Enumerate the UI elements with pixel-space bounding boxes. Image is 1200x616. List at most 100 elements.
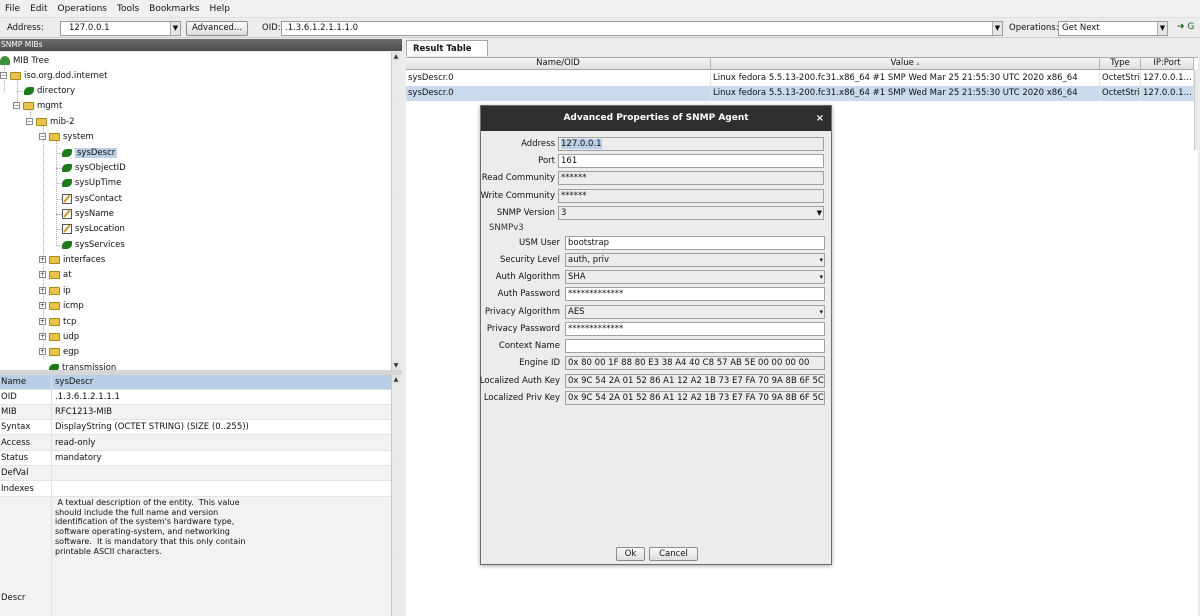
- tree-item-transmission[interactable]: transmission: [49, 360, 116, 370]
- go-button[interactable]: ➜ G: [1177, 22, 1194, 32]
- address-field[interactable]: 127.0.0.1: [558, 137, 824, 151]
- expand-icon[interactable]: +: [39, 348, 46, 355]
- tree-item-sysservices[interactable]: sysServices: [62, 237, 125, 252]
- operations-select[interactable]: Get Next ▼: [1058, 21, 1168, 36]
- tree-item-sysobjectid[interactable]: sysObjectID: [62, 160, 126, 175]
- tree-item-ip[interactable]: + ip: [39, 283, 71, 298]
- privacy-algorithm-select[interactable]: AES ▾: [565, 305, 825, 319]
- tree-item-sysuptime[interactable]: sysUpTime: [62, 175, 121, 190]
- advanced-button[interactable]: Advanced...: [186, 21, 248, 36]
- tree-item-syscontact[interactable]: sysContact: [62, 191, 122, 206]
- expand-icon[interactable]: +: [39, 318, 46, 325]
- localized-auth-key-field[interactable]: 0x 9C 54 2A 01 52 86 A1 12 A2 1B 73 E7 F…: [565, 374, 825, 388]
- chevron-down-icon[interactable]: ▼: [992, 22, 1002, 35]
- tree-item-directory[interactable]: directory: [24, 83, 75, 98]
- tree-item-at[interactable]: + at: [39, 267, 72, 282]
- prop-row: DefVal: [0, 466, 391, 481]
- auth-algorithm-select[interactable]: SHA ▾: [565, 270, 825, 284]
- collapse-icon[interactable]: −: [39, 133, 46, 140]
- tree-item-syslocation[interactable]: sysLocation: [62, 221, 125, 236]
- tree-item-sysdescr[interactable]: sysDescr: [62, 145, 118, 160]
- menu-bookmarks[interactable]: Bookmarks: [144, 4, 204, 14]
- table-cell[interactable]: OctetString: [1100, 86, 1141, 101]
- menu-file[interactable]: File: [0, 4, 25, 14]
- menu-edit[interactable]: Edit: [25, 4, 52, 14]
- tree-item-mgmt[interactable]: − mgmt: [13, 98, 62, 113]
- tab-result-table[interactable]: Result Table: [406, 40, 488, 56]
- tree-item-sysname[interactable]: sysName: [62, 206, 114, 221]
- tree-item-egp[interactable]: + egp: [39, 344, 79, 359]
- privacy-password-field[interactable]: *************: [565, 322, 825, 336]
- table-cell[interactable]: Linux fedora 5.5.13-200.fc31.x86_64 #1 S…: [711, 86, 1100, 101]
- port-field[interactable]: 161: [558, 154, 824, 168]
- security-level-select[interactable]: auth, priv ▾: [565, 253, 825, 267]
- table-cell[interactable]: 127.0.0.1...: [1141, 71, 1194, 86]
- left-panel: SNMP MIBs MIB Tree − iso.org.dod.internet…: [0, 39, 402, 616]
- column-header-value[interactable]: Value ▵: [711, 58, 1100, 70]
- table-cell[interactable]: sysDescr.0: [406, 86, 711, 101]
- expand-icon[interactable]: +: [39, 256, 46, 263]
- collapse-icon[interactable]: −: [26, 118, 33, 125]
- leaf-node-icon: [62, 178, 72, 187]
- tree-item-label: MIB Tree: [13, 55, 50, 66]
- table-cell[interactable]: sysDescr.0: [406, 71, 711, 86]
- table-cell[interactable]: 127.0.0.1...: [1141, 86, 1194, 101]
- address-combo[interactable]: ▾ 127.0.0.1 ▼: [60, 21, 181, 36]
- prop-value: mandatory: [55, 453, 102, 463]
- cancel-button[interactable]: Cancel: [649, 547, 698, 561]
- context-name-field[interactable]: [565, 339, 825, 353]
- column-header-type[interactable]: Type: [1100, 58, 1141, 70]
- prop-row: Syntax DisplayString (OCTET STRING) (SIZE…: [0, 420, 391, 435]
- chevron-down-icon[interactable]: ▼: [170, 22, 180, 35]
- read-community-field[interactable]: ******: [558, 171, 824, 185]
- expand-icon[interactable]: +: [39, 287, 46, 294]
- chevron-down-icon[interactable]: ▼: [1157, 22, 1167, 35]
- column-header-name-oid[interactable]: Name/OID: [406, 58, 711, 70]
- tree-item-interfaces[interactable]: + interfaces: [39, 252, 105, 267]
- menu-operations[interactable]: Operations: [53, 4, 112, 14]
- chevron-down-icon[interactable]: ▼: [817, 207, 822, 219]
- tree-item-system[interactable]: − system: [39, 129, 94, 144]
- tree-item-label: sysUpTime: [75, 177, 122, 188]
- tree-item-tcp[interactable]: + tcp: [39, 314, 76, 329]
- expand-icon[interactable]: +: [39, 271, 46, 278]
- scroll-up-icon[interactable]: ▲: [392, 52, 400, 61]
- address-label: Address:: [7, 23, 44, 33]
- scroll-down-icon[interactable]: ▼: [392, 361, 400, 370]
- chevron-down-icon[interactable]: ▾: [819, 271, 823, 283]
- folder-open-icon: [36, 117, 47, 126]
- mib-tree[interactable]: MIB Tree − iso.org.dod.internet directory…: [0, 52, 391, 370]
- table-cell[interactable]: Linux fedora 5.5.13-200.fc31.x86_64 #1 S…: [711, 71, 1100, 86]
- menu-tools[interactable]: Tools: [112, 4, 144, 14]
- result-scrollbar[interactable]: [1194, 70, 1198, 150]
- usm-user-field[interactable]: bootstrap: [565, 236, 825, 250]
- oid-input[interactable]: .1.3.6.1.2.1.1.1.0 ▼: [281, 21, 1003, 36]
- snmp-version-select[interactable]: 3 ▼: [558, 206, 824, 220]
- chevron-down-icon[interactable]: ▾: [819, 254, 823, 266]
- write-community-field[interactable]: ******: [558, 189, 824, 203]
- props-scrollbar[interactable]: ▲: [391, 375, 400, 616]
- auth-password-field[interactable]: *************: [565, 287, 825, 301]
- ok-button[interactable]: Ok: [616, 547, 645, 561]
- table-cell[interactable]: OctetString: [1100, 71, 1141, 86]
- scroll-up-icon[interactable]: ▲: [392, 375, 400, 384]
- collapse-icon[interactable]: −: [13, 102, 20, 109]
- expand-icon[interactable]: +: [39, 333, 46, 340]
- collapse-icon[interactable]: −: [0, 72, 7, 79]
- tree-scrollbar[interactable]: ▲ ▼: [391, 52, 400, 370]
- tree-item-mib-tree[interactable]: MIB Tree: [0, 53, 49, 68]
- engine-id-field[interactable]: 0x 80 00 1F 88 80 E3 38 A4 40 C8 57 AB 5…: [565, 356, 825, 370]
- menu-help[interactable]: Help: [204, 4, 235, 14]
- tree-item-label: transmission: [62, 362, 117, 371]
- expand-icon[interactable]: +: [39, 302, 46, 309]
- chevron-down-icon[interactable]: ▾: [819, 306, 823, 318]
- tree-item-mib-2[interactable]: − mib-2: [26, 114, 75, 129]
- localized-priv-key-field[interactable]: 0x 9C 54 2A 01 52 86 A1 12 A2 1B 73 E7 F…: [565, 391, 825, 405]
- column-header-ip-port[interactable]: IP:Port: [1141, 58, 1194, 70]
- tree-item-iso-org-dod-internet[interactable]: − iso.org.dod.internet: [0, 68, 108, 83]
- tree-item-udp[interactable]: + udp: [39, 329, 79, 344]
- tree-item-label: interfaces: [63, 254, 106, 265]
- close-icon[interactable]: ×: [816, 106, 824, 131]
- tree-item-icmp[interactable]: + icmp: [39, 298, 84, 313]
- prop-row: OID .1.3.6.1.2.1.1.1: [0, 390, 391, 405]
